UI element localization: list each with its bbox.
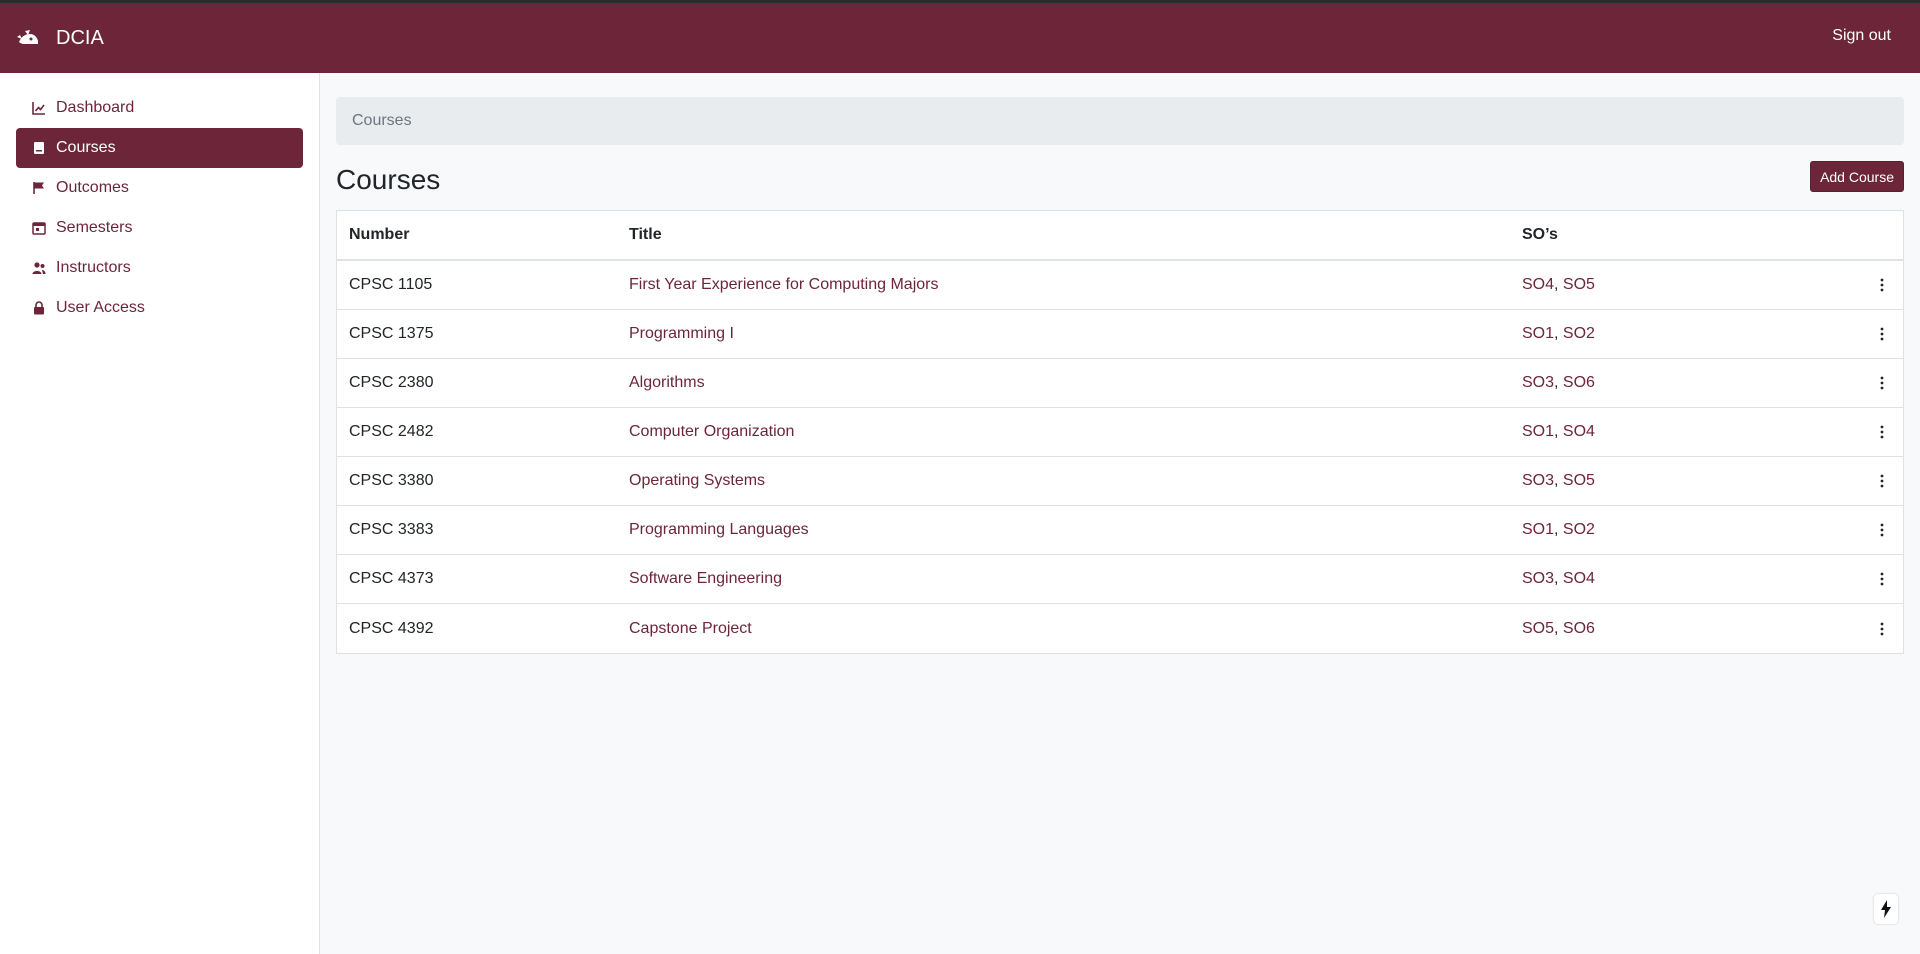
- top-navbar: DCIA Sign out: [0, 0, 1920, 73]
- so-link[interactable]: SO6: [1563, 374, 1595, 391]
- sidebar-item-user-access[interactable]: User Access: [16, 288, 303, 328]
- so-separator: ,: [1554, 374, 1563, 391]
- so-link[interactable]: SO1: [1522, 521, 1554, 538]
- more-options-icon[interactable]: [1876, 277, 1888, 293]
- courses-table: Number Title SO’s CPSC 1105 First Year E…: [336, 210, 1904, 654]
- course-number: CPSC 4392: [349, 619, 434, 637]
- course-title-link[interactable]: Operating Systems: [629, 472, 765, 489]
- more-options-icon[interactable]: [1876, 571, 1888, 587]
- course-title-link[interactable]: Computer Organization: [629, 423, 794, 440]
- so-link[interactable]: SO4: [1563, 570, 1595, 587]
- so-link[interactable]: SO6: [1563, 620, 1595, 637]
- breadcrumb: Courses: [336, 97, 1904, 145]
- column-header-title: Title: [629, 226, 662, 243]
- so-link[interactable]: SO3: [1522, 570, 1554, 587]
- sidebar-item-label: Semesters: [56, 219, 133, 236]
- main-content: Courses Courses Add Course Number Title …: [336, 97, 1904, 654]
- sidebar-item-courses[interactable]: Courses: [16, 128, 303, 168]
- lightning-bolt-icon: [1881, 900, 1891, 918]
- course-number: CPSC 3383: [349, 521, 434, 538]
- course-number: CPSC 3380: [349, 472, 434, 489]
- add-course-button[interactable]: Add Course: [1810, 161, 1904, 192]
- sidebar-item-instructors[interactable]: Instructors: [16, 248, 303, 288]
- so-link[interactable]: SO1: [1522, 423, 1554, 440]
- sidebar-item-label: Courses: [56, 139, 116, 156]
- so-separator: ,: [1554, 472, 1563, 489]
- so-link[interactable]: SO3: [1522, 472, 1554, 489]
- column-header-number: Number: [349, 226, 410, 243]
- sidebar-item-outcomes[interactable]: Outcomes: [16, 168, 303, 208]
- sidebar: Dashboard Courses Outcomes Semesters Ins…: [0, 73, 320, 954]
- more-options-icon[interactable]: [1876, 621, 1888, 637]
- brand-logo-icon: [17, 30, 38, 44]
- table-row: CPSC 1105 First Year Experience for Comp…: [337, 261, 1903, 310]
- so-separator: ,: [1554, 619, 1563, 637]
- brand[interactable]: DCIA: [16, 27, 104, 50]
- so-link[interactable]: SO1: [1522, 325, 1554, 342]
- so-link[interactable]: SO4: [1522, 276, 1554, 293]
- table-row: CPSC 4373 Software Engineering SO3, SO4: [337, 555, 1903, 604]
- sidebar-item-label: Outcomes: [56, 179, 129, 196]
- lock-icon: [32, 301, 46, 315]
- course-number: CPSC 4373: [349, 570, 434, 587]
- table-row: CPSC 3380 Operating Systems SO3, SO5: [337, 457, 1903, 506]
- more-options-icon[interactable]: [1876, 424, 1888, 440]
- course-title-link[interactable]: Programming Languages: [629, 521, 809, 538]
- page-title: Courses: [336, 164, 441, 195]
- table-row: CPSC 1375 Programming I SO1, SO2: [337, 310, 1903, 359]
- book-icon: [32, 141, 46, 155]
- calendar-icon: [32, 221, 46, 235]
- sidebar-item-label: Instructors: [56, 259, 131, 276]
- so-separator: ,: [1554, 423, 1563, 440]
- so-link[interactable]: SO5: [1522, 620, 1554, 637]
- course-title-link[interactable]: Programming I: [629, 325, 734, 342]
- sidebar-item-label: Dashboard: [56, 99, 135, 116]
- sidebar-item-label: User Access: [56, 299, 145, 316]
- course-number: CPSC 1375: [349, 325, 434, 342]
- so-link[interactable]: SO2: [1563, 521, 1595, 538]
- course-title-link[interactable]: First Year Experience for Computing Majo…: [629, 276, 938, 293]
- so-link[interactable]: SO3: [1522, 374, 1554, 391]
- so-separator: ,: [1554, 325, 1563, 342]
- sign-out-link[interactable]: Sign out: [1832, 27, 1891, 45]
- so-separator: ,: [1554, 276, 1563, 293]
- table-row: CPSC 2380 Algorithms SO3, SO6: [337, 359, 1903, 408]
- so-link[interactable]: SO2: [1563, 325, 1595, 342]
- table-header: Number Title SO’s: [337, 211, 1903, 261]
- more-options-icon[interactable]: [1876, 522, 1888, 538]
- column-header-sos: SO’s: [1522, 226, 1558, 243]
- flag-icon: [32, 181, 46, 195]
- so-separator: ,: [1554, 521, 1563, 538]
- course-number: CPSC 1105: [349, 276, 433, 293]
- sidebar-item-dashboard[interactable]: Dashboard: [16, 88, 303, 128]
- course-title-link[interactable]: Capstone Project: [629, 620, 752, 637]
- more-options-icon[interactable]: [1876, 375, 1888, 391]
- lightning-dev-button[interactable]: [1874, 894, 1898, 924]
- more-options-icon[interactable]: [1876, 326, 1888, 342]
- so-link[interactable]: SO5: [1563, 276, 1595, 293]
- course-number: CPSC 2380: [349, 374, 434, 391]
- sidebar-item-semesters[interactable]: Semesters: [16, 208, 303, 248]
- page-header: Courses Add Course: [336, 161, 1904, 211]
- brand-title: DCIA: [56, 26, 104, 49]
- so-separator: ,: [1554, 570, 1563, 587]
- course-title-link[interactable]: Software Engineering: [629, 570, 782, 587]
- table-row: CPSC 2482 Computer Organization SO1, SO4: [337, 408, 1903, 457]
- users-icon: [32, 261, 46, 275]
- so-link[interactable]: SO4: [1563, 423, 1595, 440]
- table-row: CPSC 3383 Programming Languages SO1, SO2: [337, 506, 1903, 555]
- course-title-link[interactable]: Algorithms: [629, 374, 705, 391]
- chart-line-icon: [32, 101, 46, 115]
- course-number: CPSC 2482: [349, 423, 434, 440]
- so-link[interactable]: SO5: [1563, 472, 1595, 489]
- table-row: CPSC 4392 Capstone Project SO5, SO6: [337, 604, 1903, 653]
- more-options-icon[interactable]: [1876, 473, 1888, 489]
